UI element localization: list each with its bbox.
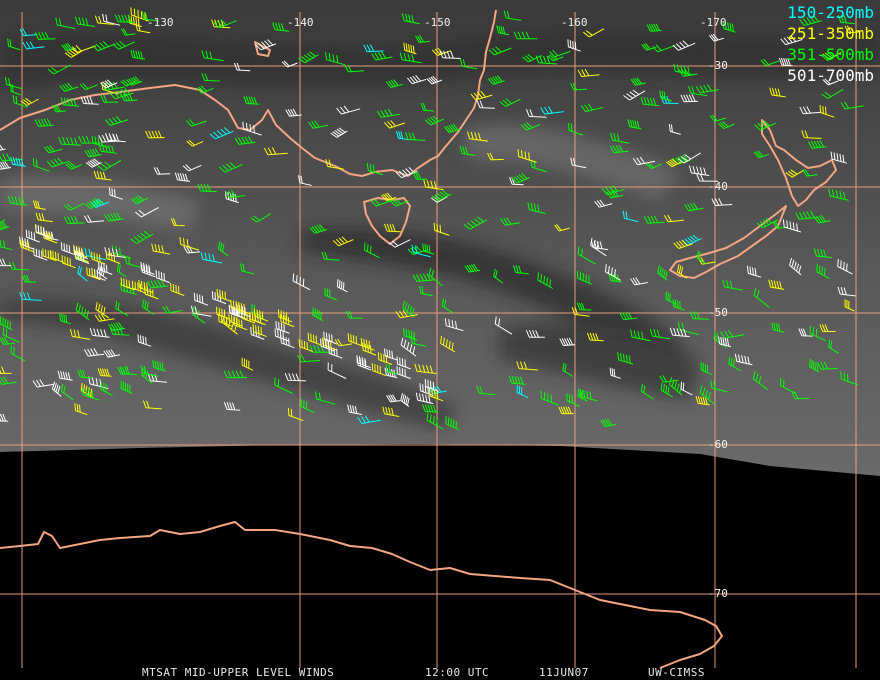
lat-label-30: -30: [708, 59, 728, 72]
legend-item-351-500: 351-500mb: [787, 45, 874, 64]
caption-bar: MTSAT MID-UPPER LEVEL WINDS 12:00 UTC 11…: [0, 664, 880, 680]
lon-label-130: -130: [147, 16, 174, 29]
source-label: UW-CIMSS: [648, 666, 705, 679]
lat-label-60: -60: [708, 438, 728, 451]
date-label: 11JUN07: [539, 666, 589, 679]
product-label: MTSAT MID-UPPER LEVEL WINDS: [142, 666, 335, 679]
antarctica-coast: [0, 521, 723, 669]
lon-label-140: -140: [287, 16, 314, 29]
lat-label-70: -70: [708, 587, 728, 600]
legend-item-251-350: 251-350mb: [787, 24, 874, 43]
lat-label-50: -50: [708, 306, 728, 319]
time-label: 12:00 UTC: [425, 666, 490, 679]
lon-label-160: -160: [561, 16, 588, 29]
satellite-map: [0, 0, 880, 669]
legend-item-501-700: 501-700mb: [787, 66, 874, 85]
legend-item-150-250: 150-250mb: [787, 3, 874, 22]
lon-label-150: -150: [424, 16, 451, 29]
lat-label-40: -40: [708, 180, 728, 193]
pressure-legend: 150-250mb 251-350mb 351-500mb 501-700mb: [787, 2, 874, 86]
lon-label-170: -170: [700, 16, 727, 29]
